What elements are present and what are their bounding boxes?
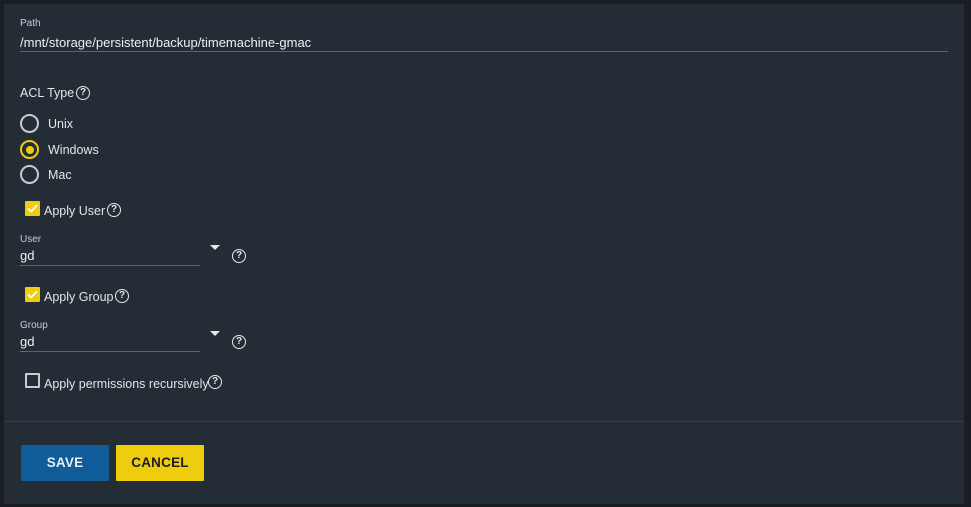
help-icon[interactable]: ? bbox=[115, 289, 129, 303]
caret-down-icon[interactable] bbox=[210, 331, 220, 336]
path-underline bbox=[20, 51, 948, 52]
group-label: Group bbox=[20, 320, 48, 331]
acl-type-label: ACL Type bbox=[20, 86, 75, 100]
acl-option-windows[interactable]: Windows bbox=[20, 140, 110, 162]
checkmark-icon bbox=[27, 204, 38, 213]
caret-down-icon[interactable] bbox=[210, 245, 220, 250]
permissions-form: Path /mnt/storage/persistent/backup/time… bbox=[4, 4, 964, 504]
user-label: User bbox=[20, 234, 42, 245]
cancel-button[interactable]: CANCEL bbox=[116, 445, 204, 481]
group-select[interactable]: gd bbox=[20, 334, 34, 349]
help-icon[interactable]: ? bbox=[232, 335, 246, 349]
path-label: Path bbox=[20, 18, 41, 29]
apply-user-label: Apply User bbox=[44, 204, 106, 218]
help-icon[interactable]: ? bbox=[76, 86, 90, 100]
acl-option-label: Windows bbox=[48, 143, 99, 157]
help-icon[interactable]: ? bbox=[232, 249, 246, 263]
acl-option-mac[interactable]: Mac bbox=[20, 165, 90, 187]
acl-option-label: Unix bbox=[48, 117, 74, 131]
recursive-checkbox[interactable] bbox=[25, 373, 40, 388]
help-icon[interactable]: ? bbox=[107, 203, 121, 217]
apply-group-label: Apply Group bbox=[44, 290, 114, 304]
radio-unix[interactable] bbox=[20, 114, 39, 133]
apply-user-checkbox[interactable] bbox=[25, 201, 40, 216]
acl-option-label: Mac bbox=[48, 168, 72, 182]
user-select[interactable]: gd bbox=[20, 248, 34, 263]
help-icon[interactable]: ? bbox=[208, 375, 222, 389]
actions-divider bbox=[4, 421, 964, 422]
recursive-label: Apply permissions recursively bbox=[44, 377, 209, 391]
save-button[interactable]: SAVE bbox=[21, 445, 109, 481]
group-underline bbox=[20, 351, 200, 352]
path-input[interactable]: /mnt/storage/persistent/backup/timemachi… bbox=[20, 35, 311, 50]
radio-mac[interactable] bbox=[20, 165, 39, 184]
acl-option-unix[interactable]: Unix bbox=[20, 114, 90, 136]
radio-windows[interactable] bbox=[20, 140, 39, 159]
user-underline bbox=[20, 265, 200, 266]
apply-group-checkbox[interactable] bbox=[25, 287, 40, 302]
checkmark-icon bbox=[27, 290, 38, 299]
